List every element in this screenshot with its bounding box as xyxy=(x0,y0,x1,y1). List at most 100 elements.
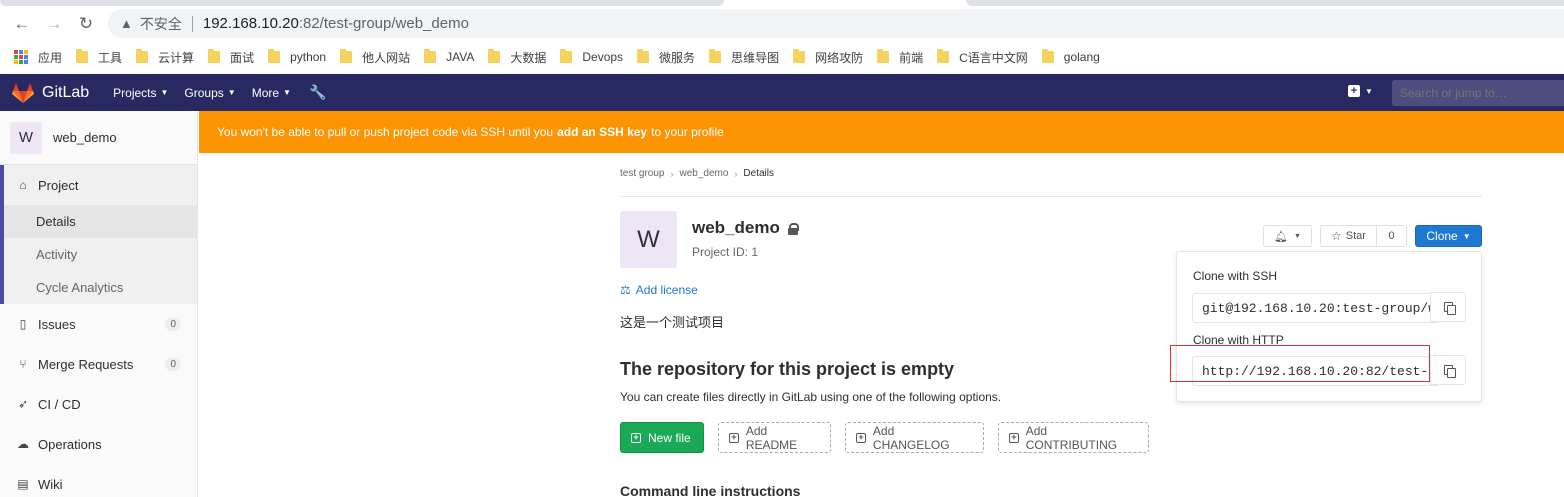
issues-icon: ▯ xyxy=(19,317,27,331)
bookmark-folder[interactable]: C语言中文网 xyxy=(937,45,1028,69)
warning-icon[interactable]: ▲ xyxy=(120,16,133,31)
add-contributing-button[interactable]: + Add CONTRIBUTING xyxy=(998,422,1149,453)
home-icon: ⌂ xyxy=(19,178,27,192)
sidebar-item-project[interactable]: ⌂ Project xyxy=(0,165,197,205)
projects-menu-label: Projects xyxy=(113,85,157,100)
folder-icon xyxy=(877,49,890,63)
bookmark-label: Devops xyxy=(582,50,624,64)
clone-ssh-url-field[interactable]: git@192.168.10.20:test-group/web_demo.gi… xyxy=(1192,293,1438,323)
chevron-down-icon: ▼ xyxy=(160,88,169,97)
sidebar-project-name: web_demo xyxy=(53,130,117,145)
clone-button[interactable]: Clone ▼ xyxy=(1415,225,1482,247)
groups-menu[interactable]: Groups ▼ xyxy=(184,86,235,100)
bookmark-folder[interactable]: 思维导图 xyxy=(709,45,779,69)
sidebar-item-activity[interactable]: Activity xyxy=(0,238,197,271)
add-readme-button[interactable]: + Add README xyxy=(718,422,831,453)
clone-ssh-label: Clone with SSH xyxy=(1193,269,1278,283)
bookmark-label: python xyxy=(290,50,327,64)
copy-ssh-url-button[interactable] xyxy=(1430,292,1466,322)
gitlab-tanuki-icon xyxy=(12,82,34,103)
chevron-down-icon: ▼ xyxy=(1462,231,1471,241)
bookmark-label: 应用 xyxy=(38,50,63,65)
bookmark-label: 微服务 xyxy=(659,50,696,65)
new-file-label: New file xyxy=(648,430,691,445)
plus-square-icon: + xyxy=(729,432,739,443)
groups-menu-label: Groups xyxy=(184,85,224,100)
bookmark-folder[interactable]: 云计算 xyxy=(136,45,194,69)
bell-icon: 🔔︎ xyxy=(1274,230,1289,243)
scale-icon: ⚖ xyxy=(620,283,631,297)
merge-requests-count-badge: 0 xyxy=(165,357,181,371)
back-arrow-icon[interactable]: ← xyxy=(12,14,32,34)
sidebar-item-operations[interactable]: ☁ Operations xyxy=(0,424,197,464)
top-menu: Projects ▼ Groups ▼ More ▼ 🔧 xyxy=(113,84,326,101)
url-input[interactable]: ▲ 不安全 192.168.10.20:82/test-group/web_de… xyxy=(108,9,1564,38)
sidebar-item-cicd[interactable]: ➶ CI / CD xyxy=(0,384,197,424)
bookmark-folder[interactable]: 他人网站 xyxy=(340,45,410,69)
cloud-gear-icon: ☁ xyxy=(17,437,29,451)
bookmark-label: 大数据 xyxy=(510,50,547,65)
empty-repo-actions: + New file + Add README + Add CHANGELOG … xyxy=(620,422,1163,453)
plus-square-icon: + xyxy=(1009,432,1019,443)
folder-icon xyxy=(268,49,281,63)
bookmark-folder[interactable]: 网络攻防 xyxy=(793,45,863,69)
bookmark-folder[interactable]: JAVA xyxy=(424,45,474,69)
wrench-icon[interactable]: 🔧 xyxy=(309,84,326,101)
star-count[interactable]: 0 xyxy=(1377,226,1406,246)
url-path: :82/test-group/web_demo xyxy=(298,15,469,32)
bookmark-folder[interactable]: 工具 xyxy=(76,45,122,69)
folder-icon xyxy=(560,49,573,63)
sidebar-item-details[interactable]: Details xyxy=(0,205,197,238)
add-license-link[interactable]: ⚖ Add license xyxy=(620,283,698,297)
bookmark-label: JAVA xyxy=(446,50,475,64)
new-item-dropdown[interactable]: + ▼ xyxy=(1348,85,1373,97)
omnibox-divider xyxy=(191,15,193,32)
clone-label: Clone xyxy=(1426,229,1458,243)
url-host: 192.168.10.20 xyxy=(202,15,299,32)
breadcrumb-project[interactable]: web_demo xyxy=(679,168,728,179)
background-tab[interactable] xyxy=(966,0,1564,6)
bookmark-folder[interactable]: golang xyxy=(1041,45,1100,69)
bookmark-apps[interactable]: 应用 xyxy=(14,45,62,69)
sidebar-item-wiki[interactable]: ▤ Wiki xyxy=(0,464,197,497)
sidebar-item-label: CI / CD xyxy=(38,396,81,412)
star-button-group: ☆ Star 0 xyxy=(1320,225,1407,247)
new-file-button[interactable]: + New file xyxy=(620,422,704,453)
sidebar-item-merge-requests[interactable]: ⑂ Merge Requests 0 xyxy=(0,344,197,384)
security-label[interactable]: 不安全 xyxy=(140,14,182,34)
gitlab-brand[interactable]: GitLab xyxy=(12,82,89,103)
book-icon: ▤ xyxy=(17,477,29,491)
project-description: 这是一个测试项目 xyxy=(620,315,725,330)
active-tab[interactable] xyxy=(0,0,724,6)
reload-icon[interactable]: ↻ xyxy=(76,14,96,34)
breadcrumb-group[interactable]: test group xyxy=(620,168,664,179)
add-changelog-button[interactable]: + Add CHANGELOG xyxy=(845,422,984,453)
copy-icon xyxy=(1444,302,1456,315)
bookmark-folder[interactable]: 微服务 xyxy=(637,45,695,69)
empty-repo-subtitle: You can create files directly in GitLab … xyxy=(620,390,1002,404)
bookmark-label: 前端 xyxy=(899,50,924,65)
bookmark-folder[interactable]: 面试 xyxy=(208,45,254,69)
bookmark-label: C语言中文网 xyxy=(959,50,1028,65)
bookmark-folder[interactable]: 大数据 xyxy=(488,45,546,69)
projects-menu[interactable]: Projects ▼ xyxy=(113,86,168,100)
add-changelog-label: Add CHANGELOG xyxy=(872,423,950,452)
bookmark-folder[interactable]: python xyxy=(268,45,326,69)
sidebar-item-issues[interactable]: ▯ Issues 0 xyxy=(0,304,197,344)
copy-http-url-button[interactable] xyxy=(1430,355,1466,385)
copy-icon xyxy=(1444,365,1456,378)
add-ssh-key-link[interactable]: add an SSH key xyxy=(557,125,647,139)
sidebar-item-label: Operations xyxy=(38,436,102,452)
more-menu[interactable]: More ▼ xyxy=(252,86,291,100)
bookmark-label: 他人网站 xyxy=(362,50,411,65)
sidebar-project-header[interactable]: W web_demo xyxy=(0,111,197,165)
notification-dropdown[interactable]: 🔔︎ ▼ xyxy=(1263,225,1312,247)
sidebar-item-cycle-analytics[interactable]: Cycle Analytics xyxy=(0,271,197,304)
breadcrumb-current[interactable]: Details xyxy=(743,168,774,179)
bookmark-folder[interactable]: Devops xyxy=(560,45,623,69)
bookmark-folder[interactable]: 前端 xyxy=(877,45,923,69)
bookmark-label: 思维导图 xyxy=(731,50,780,65)
forward-arrow-icon[interactable]: → xyxy=(44,14,64,34)
search-input[interactable] xyxy=(1392,80,1564,106)
star-button[interactable]: ☆ Star xyxy=(1321,226,1377,246)
